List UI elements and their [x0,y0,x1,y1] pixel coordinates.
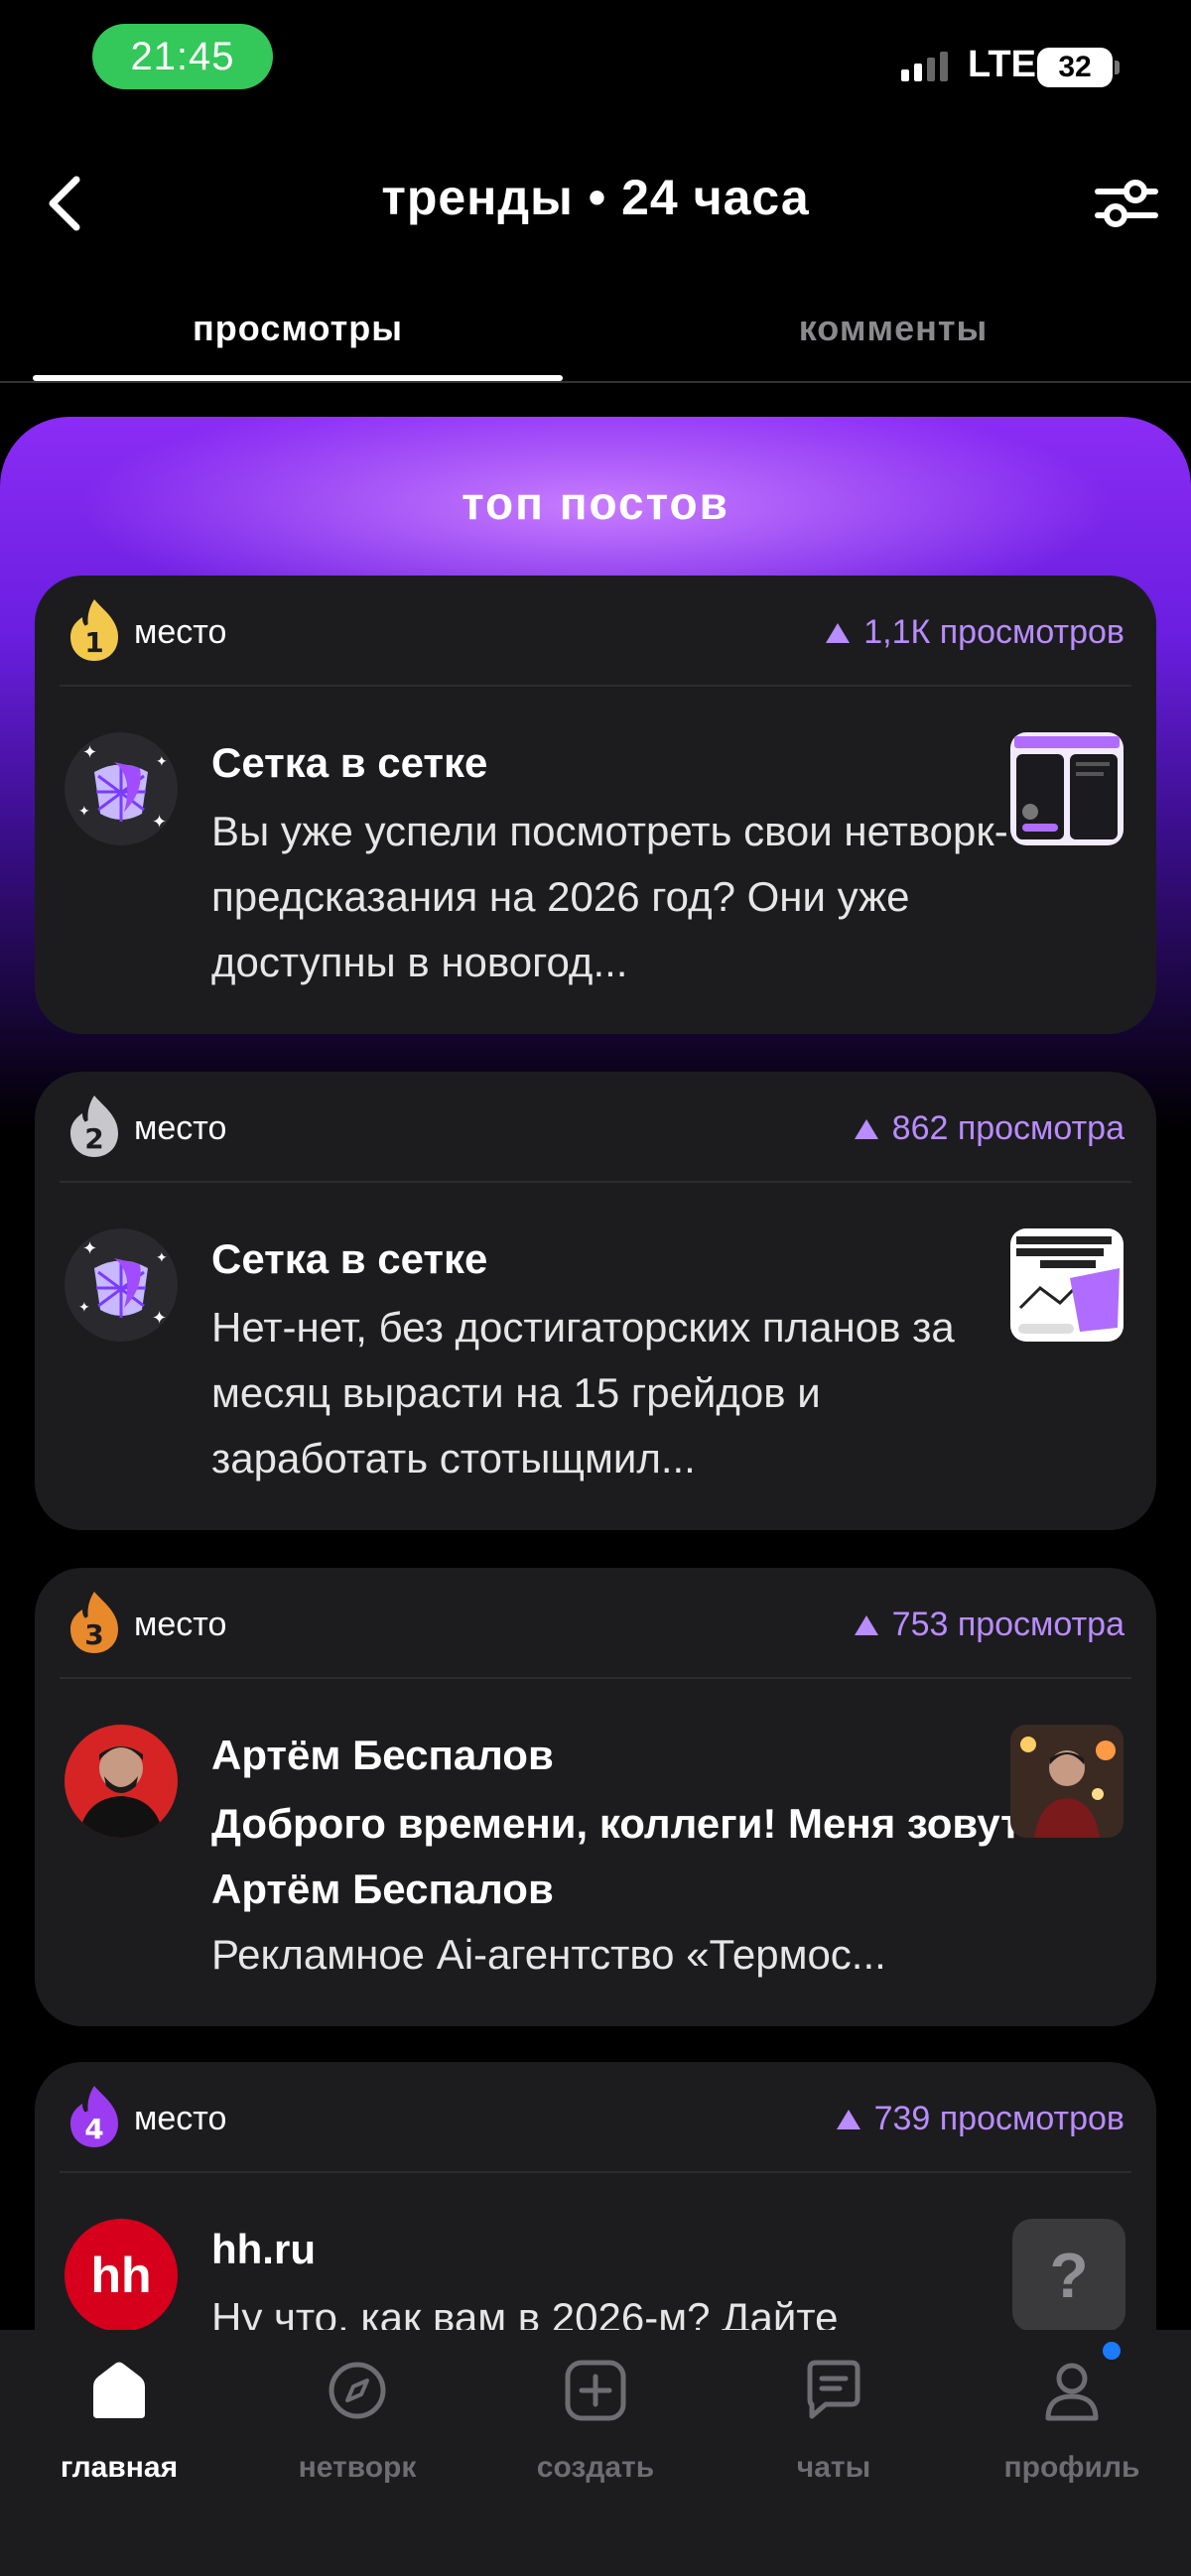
rank-1-flame-icon: 1 [70,599,118,661]
views-count: 753 просмотра [854,1606,1125,1644]
tab-comments[interactable]: комменты [630,308,1156,349]
compass-icon [329,2362,386,2419]
bottom-nav: главная нетворк создать чаты профиль [0,2330,1191,2576]
arrow-up-icon [836,2109,860,2129]
svg-text:2: 2 [84,1122,103,1155]
svg-text:3: 3 [84,1618,103,1651]
nav-label: создать [536,2451,655,2484]
divider [60,685,1131,687]
post-text: Нет-нет, без достигаторских планов за ме… [211,1304,955,1481]
nav-label: нетворк [298,2451,417,2484]
post-card-1[interactable]: 1 место 1,1К просмотров ✦ ✦ ✦ ✦ Сетка в … [35,576,1156,1034]
notification-dot [1103,2342,1121,2360]
avatar[interactable]: ✦ ✦ ✦ ✦ [65,1228,178,1342]
svg-text:✦: ✦ [152,812,167,833]
arrow-up-icon [854,1118,878,1139]
nav-label: главная [60,2451,179,2484]
rank-label: место [134,2100,227,2137]
post-body: Рекламное Ai-агентство «Термос... [211,1931,886,1978]
views-text: 862 просмотра [891,1109,1125,1147]
post-card-2[interactable]: 2 место 862 просмотра ✦ ✦ ✦ ✦ Сетка в се… [35,1072,1156,1530]
svg-text:1: 1 [84,626,103,659]
rank-label: место [134,1606,227,1643]
signal-icon [901,52,948,81]
card-header: 1 место 1,1К просмотров [35,576,1156,685]
svg-text:✦: ✦ [156,1250,168,1266]
tab-views[interactable]: просмотры [35,308,561,349]
home-icon [93,2362,145,2418]
nav-label: профиль [1003,2451,1140,2484]
rank-4-flame-icon: 4 [70,2086,118,2147]
setka-logo-icon: ✦ ✦ ✦ ✦ [65,1228,178,1342]
person-photo-icon [65,1725,178,1838]
network-type: LTE [968,44,1036,85]
avatar[interactable]: ✦ ✦ ✦ ✦ [65,732,178,845]
person-icon [1045,2363,1099,2421]
status-time: 21:45 [92,24,273,89]
thumbnail-image [1010,1228,1124,1342]
svg-text:✦: ✦ [78,1300,90,1316]
chat-icon [807,2360,860,2419]
post-thumbnail[interactable] [1010,732,1124,845]
post-card-3[interactable]: 3 место 753 просмотра Артём Беспалов Доб… [35,1568,1156,2026]
nav-label: чаты [796,2451,871,2484]
plus-square-icon [565,2360,626,2421]
views-text: 753 просмотра [891,1606,1125,1643]
nav-network[interactable]: нетворк [238,2355,476,2485]
views-text: 739 просмотров [873,2100,1125,2137]
nav-create[interactable]: создать [476,2355,715,2485]
svg-text:✦: ✦ [82,1238,97,1259]
post-thumbnail[interactable] [1010,1725,1124,1838]
sliders-icon [1095,180,1158,227]
thumbnail-image [1010,1725,1124,1838]
divider [60,2171,1131,2173]
post-thumbnail[interactable] [1010,1228,1124,1342]
views-count: 1,1К просмотров [826,613,1125,652]
header: тренды • 24 часа [0,149,1191,258]
rank-label: место [134,1109,227,1147]
nav-chats[interactable]: чаты [715,2355,953,2485]
post-author: Сетка в сетке [211,739,488,786]
post-author: Артём Беспалов [211,1732,554,1778]
card-header: 2 место 862 просмотра [35,1072,1156,1181]
post-author: hh.ru [211,2226,316,2272]
status-bar: 21:45 LTE 32 [0,0,1191,109]
avatar[interactable] [65,1725,178,1838]
nav-profile[interactable]: профиль [953,2355,1191,2485]
avatar[interactable]: hh [65,2219,178,2332]
svg-text:✦: ✦ [156,754,168,770]
battery-level: 32 [1058,51,1092,83]
post-text: Доброго времени, коллеги! Меня зовут Арт… [211,1791,1025,1988]
tab-bar: просмотры комменты [0,298,1191,383]
svg-text:✦: ✦ [82,742,97,763]
rank-2-flame-icon: 2 [70,1095,118,1157]
svg-text:✦: ✦ [152,1308,167,1329]
battery-icon: 32 [1037,48,1120,87]
svg-text:4: 4 [84,2113,103,2145]
rank-3-flame-icon: 3 [70,1592,118,1653]
views-count: 862 просмотра [854,1109,1125,1148]
divider [60,1181,1131,1183]
arrow-up-icon [826,622,851,643]
thumbnail-image [1010,732,1124,845]
card-header: 4 место 739 просмотров [35,2062,1156,2171]
arrow-up-icon [854,1614,878,1635]
post-author: Сетка в сетке [211,1235,488,1282]
panel-title: топ постов [462,477,729,529]
active-tab-indicator [33,375,563,381]
filter-button[interactable] [1092,174,1161,233]
setka-logo-icon: ✦ ✦ ✦ ✦ [65,732,178,845]
page-title: тренды • 24 часа [381,170,810,225]
post-text: Вы уже успели посмотреть свои нетворк-пр… [211,808,1008,985]
hh-logo: hh [90,2248,152,2303]
views-count: 739 просмотров [836,2100,1125,2138]
views-text: 1,1К просмотров [863,613,1125,651]
nav-home[interactable]: главная [0,2355,238,2485]
help-button[interactable]: ? [1012,2219,1125,2332]
card-header: 3 место 753 просмотра [35,1568,1156,1677]
post-title: Доброго времени, коллеги! Меня зовут Арт… [211,1800,1021,1912]
divider [60,1677,1131,1679]
svg-text:✦: ✦ [78,804,90,820]
rank-label: место [134,613,227,651]
